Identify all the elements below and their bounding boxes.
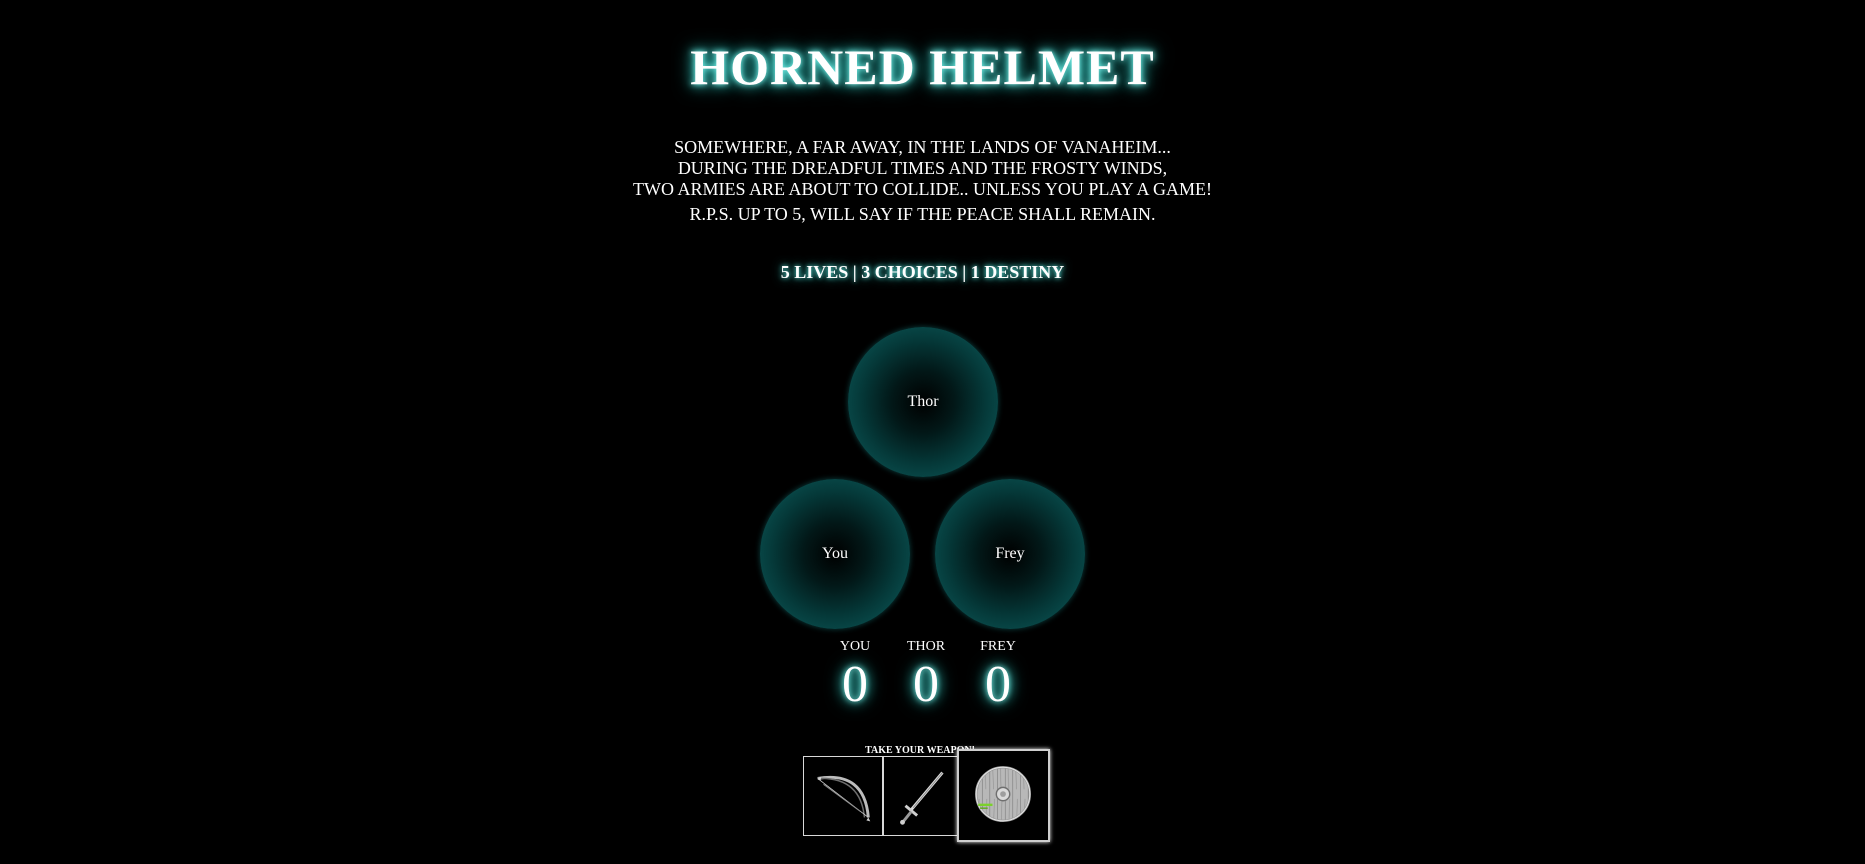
sword-button[interactable] (883, 756, 961, 836)
bow-icon (817, 775, 871, 822)
score-value-you: 0 (842, 656, 868, 713)
shield-icon (975, 766, 1032, 823)
intro-line-3: TWO ARMIES ARE ABOUT TO COLLIDE.. UNLESS… (632, 179, 1213, 199)
score-label-frey: FREY (980, 639, 1016, 654)
intro-line-1: SOMEWHERE, A FAR AWAY, IN THE LANDS OF V… (674, 137, 1171, 157)
player-name-frey: Frey (995, 545, 1025, 562)
player-circle-thor: Thor (848, 327, 998, 477)
score-label-you: YOU (839, 639, 871, 654)
player-circle-frey: Frey (935, 479, 1085, 629)
score-you: YOU 0 (820, 639, 890, 715)
shield-button[interactable] (957, 749, 1050, 842)
bow-button[interactable] (803, 756, 883, 836)
game-page: HORNED HELMET SOMEWHERE, A FAR AWAY, IN … (0, 0, 1865, 864)
game-title: HORNED HELMET (690, 39, 1155, 95)
score-frey: FREY 0 (963, 639, 1033, 715)
scoreboard: YOU 0 THOR 0 FREY 0 (820, 639, 1025, 719)
score-label-thor: THOR (906, 639, 946, 654)
player-name-you: You (822, 545, 848, 562)
player-circle-you: You (760, 479, 910, 629)
player-name-thor: Thor (907, 393, 939, 410)
sword-icon (900, 771, 944, 825)
score-thor: THOR 0 (891, 639, 961, 715)
intro-line-2: DURING THE DREADFUL TIMES AND THE FROSTY… (677, 158, 1168, 178)
score-value-frey: 0 (985, 656, 1011, 713)
intro-line-4: R.P.S. UP TO 5, WILL SAY IF THE PEACE SH… (689, 204, 1156, 224)
tagline: 5 LIVES | 3 CHOICES | 1 DESTINY (780, 262, 1065, 282)
score-value-thor: 0 (913, 656, 939, 713)
intro-text: SOMEWHERE, A FAR AWAY, IN THE LANDS OF V… (0, 137, 1845, 225)
